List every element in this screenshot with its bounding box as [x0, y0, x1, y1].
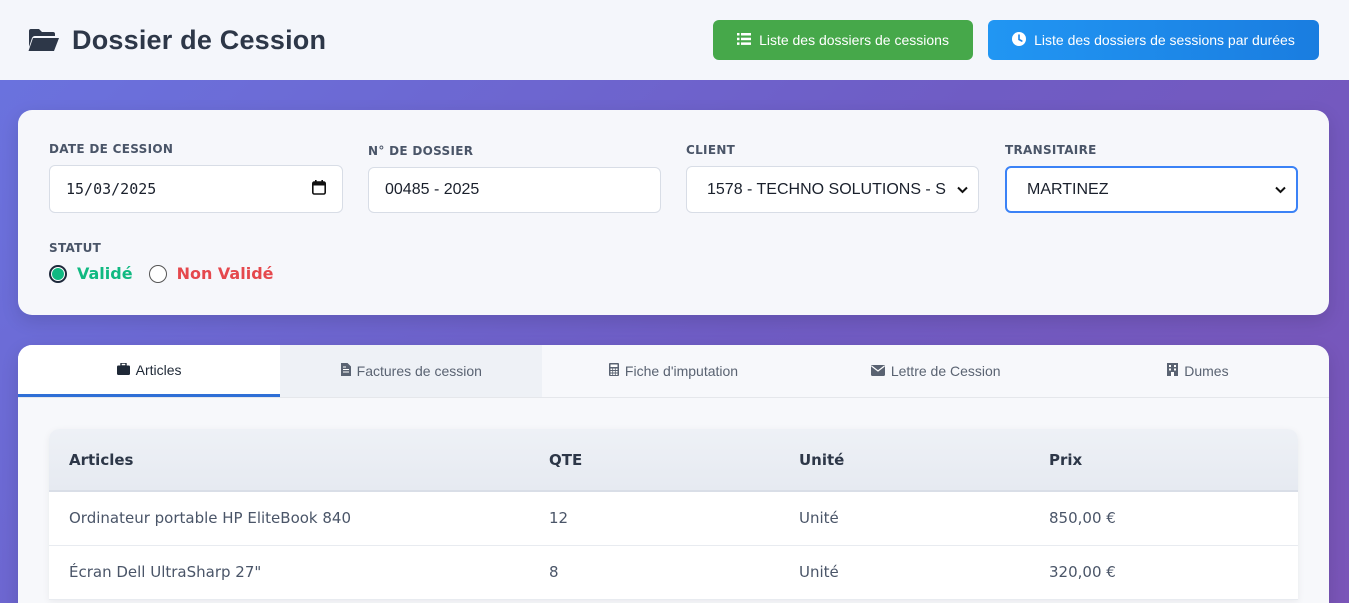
statut-non-valide-radio[interactable] — [148, 264, 167, 283]
dossier-value: 00485 - 2025 — [385, 181, 480, 198]
cell-prix: 320,00 € — [1029, 545, 1298, 600]
column-header-prix[interactable]: Prix — [1029, 429, 1298, 492]
cell-unite: Unité — [779, 491, 1029, 546]
statut-valide-radio[interactable] — [49, 264, 67, 283]
client-field: CLIENT 1578 - TECHNO SOLUTIONS - S — [686, 143, 979, 213]
cell-prix: 850,00 € — [1029, 491, 1298, 546]
date-value: 15/03/2025 — [66, 180, 157, 198]
tab-fiche-imputation[interactable]: Fiche d'imputation — [542, 345, 804, 397]
dossier-field: N° DE DOSSIER 00485 - 2025 — [368, 144, 661, 213]
list-durees-label: Liste des dossiers de sessions par durée… — [1034, 32, 1295, 48]
tab-bar: Articles Factures de cession Fiche d'imp… — [18, 345, 1329, 398]
top-header: Dossier de Cession Liste des dossiers de… — [0, 0, 1349, 80]
transitaire-field: TRANSITAIRE MARTINEZ — [1005, 143, 1298, 213]
transitaire-value: MARTINEZ — [1027, 180, 1109, 198]
articles-table: Articles QTE Unité Prix Ordinateur porta… — [49, 429, 1298, 600]
tab-dumes-label: Dumes — [1184, 363, 1229, 379]
tab-articles[interactable]: Articles — [18, 345, 281, 397]
chevron-down-icon — [1275, 181, 1286, 199]
dossier-form-card: DATE DE CESSION 15/03/2025 N° DE DOSSIER… — [18, 110, 1329, 315]
tab-lettre-label: Lettre de Cession — [890, 363, 1001, 379]
tab-factures[interactable]: Factures de cession — [280, 345, 543, 397]
statut-non-valide-label[interactable]: Non Validé — [177, 264, 274, 283]
date-field: DATE DE CESSION 15/03/2025 — [49, 142, 343, 213]
table-header-row: Articles QTE Unité Prix — [49, 429, 1298, 492]
statut-field: STATUT Validé Non Validé — [49, 241, 274, 283]
envelope-icon — [870, 363, 885, 379]
client-label: CLIENT — [686, 143, 736, 157]
table-row[interactable]: Écran Dell UltraSharp 27" 8 Unité 320,00… — [49, 545, 1298, 600]
client-value: 1578 - TECHNO SOLUTIONS - S — [707, 180, 946, 198]
statut-label: STATUT — [49, 241, 102, 255]
cell-qte: 12 — [529, 491, 779, 546]
folder-open-icon — [28, 27, 60, 53]
header-actions: Liste des dossiers de cessions Liste des… — [713, 20, 1319, 60]
page-title: Dossier de Cession — [72, 24, 327, 55]
table-row[interactable]: Ordinateur portable HP EliteBook 840 12 … — [49, 491, 1298, 546]
cell-unite: Unité — [779, 545, 1029, 600]
tab-dumes[interactable]: Dumes — [1067, 345, 1329, 397]
calendar-icon[interactable] — [312, 179, 326, 199]
transitaire-select[interactable]: MARTINEZ — [1005, 166, 1298, 213]
cell-article: Ordinateur portable HP EliteBook 840 — [49, 491, 529, 546]
list-icon — [737, 32, 752, 48]
column-header-articles[interactable]: Articles — [49, 429, 529, 492]
statut-valide-label[interactable]: Validé — [77, 264, 133, 283]
file-text-icon — [340, 363, 351, 379]
column-header-unite[interactable]: Unité — [779, 429, 1029, 492]
clock-icon — [1012, 31, 1027, 49]
articles-table-container: Articles QTE Unité Prix Ordinateur porta… — [49, 429, 1298, 600]
list-dossiers-label: Liste des dossiers de cessions — [759, 32, 949, 48]
statut-options: Validé Non Validé — [49, 264, 274, 283]
list-dossiers-button[interactable]: Liste des dossiers de cessions — [713, 20, 973, 60]
client-select[interactable]: 1578 - TECHNO SOLUTIONS - S — [686, 166, 979, 213]
list-durees-button[interactable]: Liste des dossiers de sessions par durée… — [988, 20, 1319, 60]
chevron-down-icon — [957, 181, 968, 199]
transitaire-label: TRANSITAIRE — [1005, 143, 1097, 157]
details-panel: Articles Factures de cession Fiche d'imp… — [18, 345, 1329, 603]
tab-fiche-label: Fiche d'imputation — [624, 363, 739, 379]
date-input[interactable]: 15/03/2025 — [49, 165, 343, 213]
tab-lettre-cession[interactable]: Lettre de Cession — [805, 345, 1067, 397]
title-group: Dossier de Cession — [28, 25, 326, 56]
calculator-icon — [608, 363, 619, 379]
briefcase-icon — [116, 361, 130, 378]
tab-articles-label: Articles — [135, 361, 182, 378]
cell-qte: 8 — [529, 545, 779, 600]
dossier-input[interactable]: 00485 - 2025 — [368, 167, 661, 213]
dossier-label: N° DE DOSSIER — [368, 144, 474, 158]
building-icon — [1167, 363, 1179, 379]
cell-article: Écran Dell UltraSharp 27" — [49, 545, 529, 600]
date-label: DATE DE CESSION — [49, 142, 174, 156]
tab-factures-label: Factures de cession — [356, 363, 482, 379]
column-header-qte[interactable]: QTE — [529, 429, 779, 492]
